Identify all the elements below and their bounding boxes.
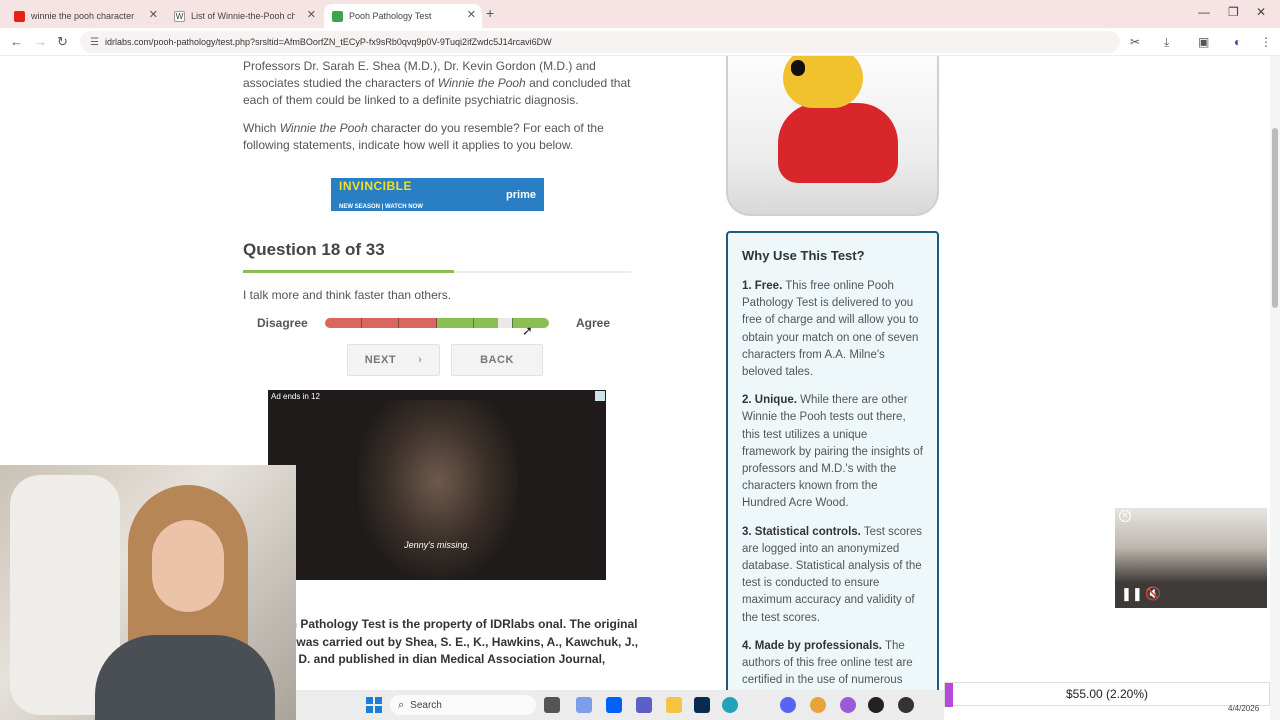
ad-countdown-label: Ad ends in 12 (271, 392, 320, 401)
page-scrollbar[interactable] (1270, 56, 1280, 720)
next-label: NEXT (364, 354, 397, 366)
tab-pooh-test[interactable]: Pooh Pathology Test ✕ (324, 4, 482, 28)
picture-in-picture-video[interactable]: ✕ ❚❚ 🔇 (1115, 508, 1267, 608)
pause-icon[interactable]: ❚❚ (1121, 586, 1143, 602)
tab-title: List of Winnie-the-Pooh charac (191, 11, 295, 21)
pooh-character-card (726, 56, 939, 216)
streamer-face (152, 520, 224, 612)
stock-ticker: $55.00 (2.20%) (944, 682, 1270, 707)
why-item-unique: 2. Unique. While there are other Winnie … (742, 394, 923, 510)
back-button[interactable]: BACK (451, 344, 543, 376)
close-tab-icon[interactable]: ✕ (149, 8, 158, 21)
mouse-cursor-icon: ➚ (522, 323, 533, 338)
site-info-icon[interactable]: ☰ (90, 37, 99, 48)
pooh-eye (791, 60, 805, 76)
reload-icon[interactable]: ↻ (57, 34, 68, 50)
tab-youtube[interactable]: winnie the pooh character list - ✕ (6, 4, 164, 28)
downloads-icon[interactable]: ⤓ (1164, 35, 1169, 50)
teams-icon[interactable] (636, 697, 652, 713)
scale-option-4[interactable] (436, 318, 474, 328)
close-tab-icon[interactable]: ✕ (467, 8, 476, 21)
dropbox-icon[interactable] (606, 697, 622, 713)
why-use-box: Why Use This Test? 1. Free. This free on… (726, 231, 939, 720)
ad-brand: INVINCIBLE NEW SEASON | WATCH NOW (339, 178, 423, 210)
edge-icon[interactable] (722, 697, 738, 713)
minimize-button[interactable]: — (1198, 5, 1210, 19)
search-icon: ⌕ (398, 698, 405, 711)
agree-label: Agree (576, 316, 611, 330)
intro-paragraph-1: Professors Dr. Sarah E. Shea (M.D.), Dr.… (243, 59, 631, 107)
tab-title: Pooh Pathology Test (349, 11, 432, 21)
question-title: Question 18 of 33 (243, 240, 385, 259)
sidebar-icon[interactable]: ▣ (1198, 35, 1209, 49)
agreement-scale[interactable] (325, 318, 550, 328)
windows-start-icon[interactable] (366, 697, 382, 713)
back-label: BACK (480, 354, 514, 366)
taskbar-search[interactable]: ⌕ Search (390, 695, 536, 715)
next-button[interactable]: NEXT › (347, 344, 440, 376)
tab-strip: winnie the pooh character list - ✕ W Lis… (0, 0, 1280, 28)
search-placeholder: Search (410, 699, 442, 711)
scale-option-1[interactable] (325, 318, 363, 328)
tab-wikipedia[interactable]: W List of Winnie-the-Pooh charac ✕ (166, 4, 322, 28)
extension-icon[interactable]: ✂ (1130, 35, 1140, 49)
video-ad[interactable]: Ad ends in 12 Jenny's missing. (268, 390, 606, 580)
chrome-profile-icon[interactable] (840, 697, 856, 713)
ticker-accent (945, 683, 953, 707)
why-item-free: 1. Free. This free online Pooh Pathology… (742, 280, 919, 379)
invincible-ad-banner[interactable]: INVINCIBLE NEW SEASON | WATCH NOW prime (331, 178, 544, 211)
wikipedia-icon: W (174, 10, 185, 22)
ad-video-frame (358, 400, 518, 580)
chrome-icon[interactable] (810, 697, 826, 713)
pooh-head (783, 56, 863, 108)
scale-selected-marker (497, 318, 512, 328)
chevron-right-icon: › (418, 354, 423, 366)
stream-app-icon[interactable] (898, 697, 914, 713)
back-arrow-icon[interactable]: ← (10, 34, 23, 49)
url-text: idrlabs.com/pooh-pathology/test.php?srsl… (104, 37, 552, 47)
new-tab-button[interactable]: + (486, 5, 494, 21)
forward-arrow-icon[interactable]: → (34, 34, 47, 49)
why-title: Why Use This Test? (742, 248, 865, 263)
obs-icon[interactable] (868, 697, 884, 713)
taskbar-clock: 4/4/2026 (1228, 704, 1260, 713)
question-statement: I talk more and think faster than others… (243, 288, 452, 302)
profile-icon[interactable]: ◐ (1234, 35, 1241, 49)
photoshop-icon[interactable] (694, 697, 710, 713)
scale-option-3[interactable] (399, 318, 437, 328)
scale-option-2[interactable] (362, 318, 400, 328)
scale-option-5[interactable] (473, 318, 513, 328)
youtube-icon (14, 10, 25, 22)
property-notice: abs Pooh Pathology Test is the property … (243, 617, 639, 684)
url-field[interactable]: ☰ idrlabs.com/pooh-pathology/test.php?sr… (80, 31, 1120, 53)
adchoices-icon[interactable] (595, 391, 605, 401)
restore-button[interactable]: ❐ (1228, 5, 1239, 19)
discord-icon[interactable] (780, 697, 796, 713)
disagree-label: Disagree (257, 316, 308, 330)
mute-icon[interactable]: 🔇 (1145, 586, 1161, 602)
question-progress-bar (243, 270, 631, 273)
task-view-icon[interactable] (544, 697, 560, 713)
why-item-statistical: 3. Statistical controls. Test scores are… (742, 525, 923, 624)
pip-close-icon[interactable]: ✕ (1119, 510, 1131, 522)
copilot-icon[interactable] (576, 697, 592, 713)
webcam-overlay (0, 465, 296, 720)
stock-value: $55.00 (2.20%) (1065, 687, 1149, 701)
scrollbar-thumb[interactable] (1272, 128, 1278, 308)
progress-fill (243, 270, 455, 273)
tab-title: winnie the pooh character list - (31, 11, 135, 21)
menu-icon[interactable]: ⋮ (1260, 35, 1272, 49)
close-tab-icon[interactable]: ✕ (307, 8, 316, 21)
pooh-shirt (778, 103, 898, 183)
prime-logo: prime (506, 188, 536, 201)
address-bar-row: ← → ↻ ☰ idrlabs.com/pooh-pathology/test.… (0, 28, 1280, 56)
folder-icon[interactable] (666, 697, 682, 713)
idrlabs-icon (332, 10, 343, 22)
intro-paragraph-2: Which Winnie the Pooh character do you r… (243, 121, 604, 152)
close-window-button[interactable]: ✕ (1256, 5, 1266, 19)
streamer-shirt (95, 635, 275, 720)
why-item-professionals: 4. Made by professionals. The authors of… (742, 639, 913, 687)
ad-subtitle: Jenny's missing. (404, 540, 470, 550)
windows-taskbar: ⌕ Search (296, 690, 944, 720)
